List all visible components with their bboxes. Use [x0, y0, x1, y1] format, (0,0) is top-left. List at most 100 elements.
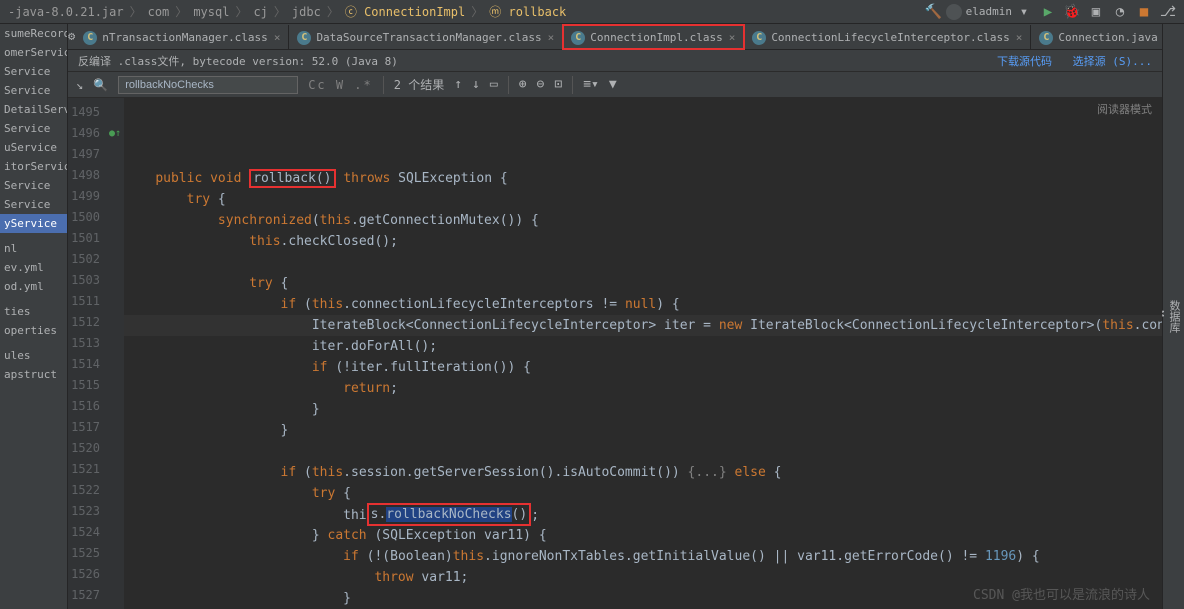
line-number[interactable]: 1527 [68, 585, 106, 606]
line-number[interactable]: 1515 [68, 375, 106, 396]
code-line[interactable]: } [124, 399, 1162, 420]
line-number[interactable]: 1511 [68, 291, 106, 312]
remove-selection-icon[interactable]: ⊖ [537, 77, 545, 92]
line-number[interactable]: 1514 [68, 354, 106, 375]
database-tool-label[interactable]: 数据库 [1166, 30, 1182, 603]
close-icon[interactable]: ↘ [76, 78, 83, 92]
profile-icon[interactable]: ◔ [1111, 3, 1129, 21]
editor-tab[interactable]: nTransactionManager.class× [75, 25, 289, 49]
code-line[interactable]: return; [124, 378, 1162, 399]
code-line[interactable]: iter.doForAll(); [124, 336, 1162, 357]
code-line[interactable]: this.checkClosed(); [124, 231, 1162, 252]
line-number[interactable]: 1501 [68, 228, 106, 249]
code-line[interactable] [124, 147, 1162, 168]
breadcrumb-item[interactable]: ⓜ rollback [485, 3, 570, 20]
code-line[interactable]: synchronized(this.getConnectionMutex()) … [124, 210, 1162, 231]
stop-icon[interactable]: ■ [1135, 3, 1153, 21]
line-number[interactable]: 1499 [68, 186, 106, 207]
breadcrumb-item[interactable]: cj [249, 5, 271, 19]
breadcrumb-item[interactable]: -java-8.0.21.jar [4, 5, 128, 19]
line-number[interactable]: 1503 [68, 270, 106, 291]
find-next-icon[interactable]: ↓ [472, 77, 480, 92]
code-line[interactable]: try { [124, 189, 1162, 210]
line-number[interactable]: 1500 [68, 207, 106, 228]
sidebar-item[interactable]: od.yml [0, 277, 67, 296]
line-number[interactable]: 1495 [68, 102, 106, 123]
sidebar-item[interactable]: uService [0, 138, 67, 157]
line-number[interactable]: 1502 [68, 249, 106, 270]
line-number[interactable]: 1525 [68, 543, 106, 564]
code-line[interactable] [124, 252, 1162, 273]
coverage-icon[interactable]: ▣ [1087, 3, 1105, 21]
run-icon[interactable]: ▶ [1039, 3, 1057, 21]
breadcrumb-item[interactable]: ⓒ ConnectionImpl [341, 3, 469, 20]
line-number[interactable]: 1521 [68, 459, 106, 480]
avatar[interactable] [946, 4, 962, 20]
code-line[interactable] [124, 441, 1162, 462]
close-icon[interactable]: × [1016, 31, 1023, 44]
sidebar-item[interactable]: Service [0, 176, 67, 195]
choose-sources-link[interactable]: 选择源 (S)... [1073, 55, 1152, 68]
close-icon[interactable]: × [729, 31, 736, 44]
sidebar-item[interactable]: ules [0, 346, 67, 365]
code-line[interactable]: IterateBlock<ConnectionLifecycleIntercep… [124, 315, 1162, 336]
line-number[interactable]: 1496 [68, 123, 106, 144]
sidebar-item[interactable]: omerService [0, 43, 67, 62]
close-icon[interactable]: × [548, 31, 555, 44]
line-number[interactable]: 1517 [68, 417, 106, 438]
hammer-icon[interactable]: 🔨 [925, 3, 943, 21]
sidebar-item[interactable]: apstruct [0, 365, 67, 384]
find-input[interactable] [118, 76, 298, 94]
find-options[interactable]: Cc W .* [308, 78, 373, 92]
code-line[interactable]: if (!iter.fullIteration()) { [124, 357, 1162, 378]
code-line[interactable]: public void rollback() throws SQLExcepti… [124, 168, 1162, 189]
code-line[interactable]: this.rollbackNoChecks(); [124, 504, 1162, 525]
breadcrumb-item[interactable]: jdbc [288, 5, 325, 19]
code-line[interactable]: } [124, 420, 1162, 441]
run-config-label[interactable]: eladmin [966, 5, 1012, 18]
breadcrumb-item[interactable]: mysql [189, 5, 233, 19]
filter-icon[interactable]: ≡▾ [583, 77, 599, 92]
sidebar-item[interactable]: yService [0, 214, 67, 233]
line-number[interactable]: 1524 [68, 522, 106, 543]
code-line[interactable]: } catch (SQLException var11) { [124, 525, 1162, 546]
sidebar-item[interactable]: nl [0, 239, 67, 258]
sidebar-item[interactable]: ev.yml [0, 258, 67, 277]
line-number[interactable]: 1523 [68, 501, 106, 522]
select-occurrences-icon[interactable]: ⊡ [554, 77, 562, 92]
reader-mode-label[interactable]: 阅读器模式 [1097, 101, 1152, 117]
sidebar-item[interactable]: Service [0, 195, 67, 214]
sidebar-item[interactable]: itorService [0, 157, 67, 176]
download-sources-link[interactable]: 下载源代码 [997, 55, 1052, 68]
editor-tab[interactable]: Connection.java× [1031, 25, 1162, 49]
line-number[interactable]: 1512 [68, 312, 106, 333]
find-prev-icon[interactable]: ↑ [454, 77, 462, 92]
line-number[interactable]: 1526 [68, 564, 106, 585]
git-icon[interactable]: ⎇ [1159, 3, 1177, 21]
code-editor[interactable]: 1495149614971498149915001501150215031511… [68, 98, 1162, 609]
line-number[interactable]: 1498 [68, 165, 106, 186]
code-line[interactable]: try { [124, 483, 1162, 504]
code-line[interactable]: try { [124, 273, 1162, 294]
code-line[interactable]: if (!(Boolean)this.ignoreNonTxTables.get… [124, 546, 1162, 567]
add-selection-icon[interactable]: ⊕ [519, 77, 527, 92]
select-all-icon[interactable]: ▭ [490, 77, 498, 92]
editor-tab[interactable]: ConnectionImpl.class× [563, 25, 744, 49]
editor-tab[interactable]: DataSourceTransactionManager.class× [289, 25, 563, 49]
sidebar-item[interactable]: Service [0, 81, 67, 100]
sidebar-item[interactable]: Service [0, 62, 67, 81]
line-number[interactable]: 1513 [68, 333, 106, 354]
editor-tab[interactable]: ConnectionLifecycleInterceptor.class× [744, 25, 1031, 49]
line-number[interactable]: 1497 [68, 144, 106, 165]
right-toolwindow-bar[interactable]: 数据库 m Maven [1162, 24, 1184, 609]
code-line[interactable]: if (this.connectionLifecycleInterceptors… [124, 294, 1162, 315]
line-number[interactable]: 1520 [68, 438, 106, 459]
close-icon[interactable]: × [274, 31, 281, 44]
code-line[interactable]: if (this.session.getServerSession().isAu… [124, 462, 1162, 483]
sidebar-item[interactable]: ties [0, 302, 67, 321]
funnel-icon[interactable]: ▼ [609, 77, 617, 92]
breadcrumb-item[interactable]: com [144, 5, 174, 19]
line-number[interactable]: 1522 [68, 480, 106, 501]
chevron-down-icon[interactable]: ▾ [1015, 3, 1033, 21]
debug-icon[interactable]: 🐞 [1063, 3, 1081, 21]
